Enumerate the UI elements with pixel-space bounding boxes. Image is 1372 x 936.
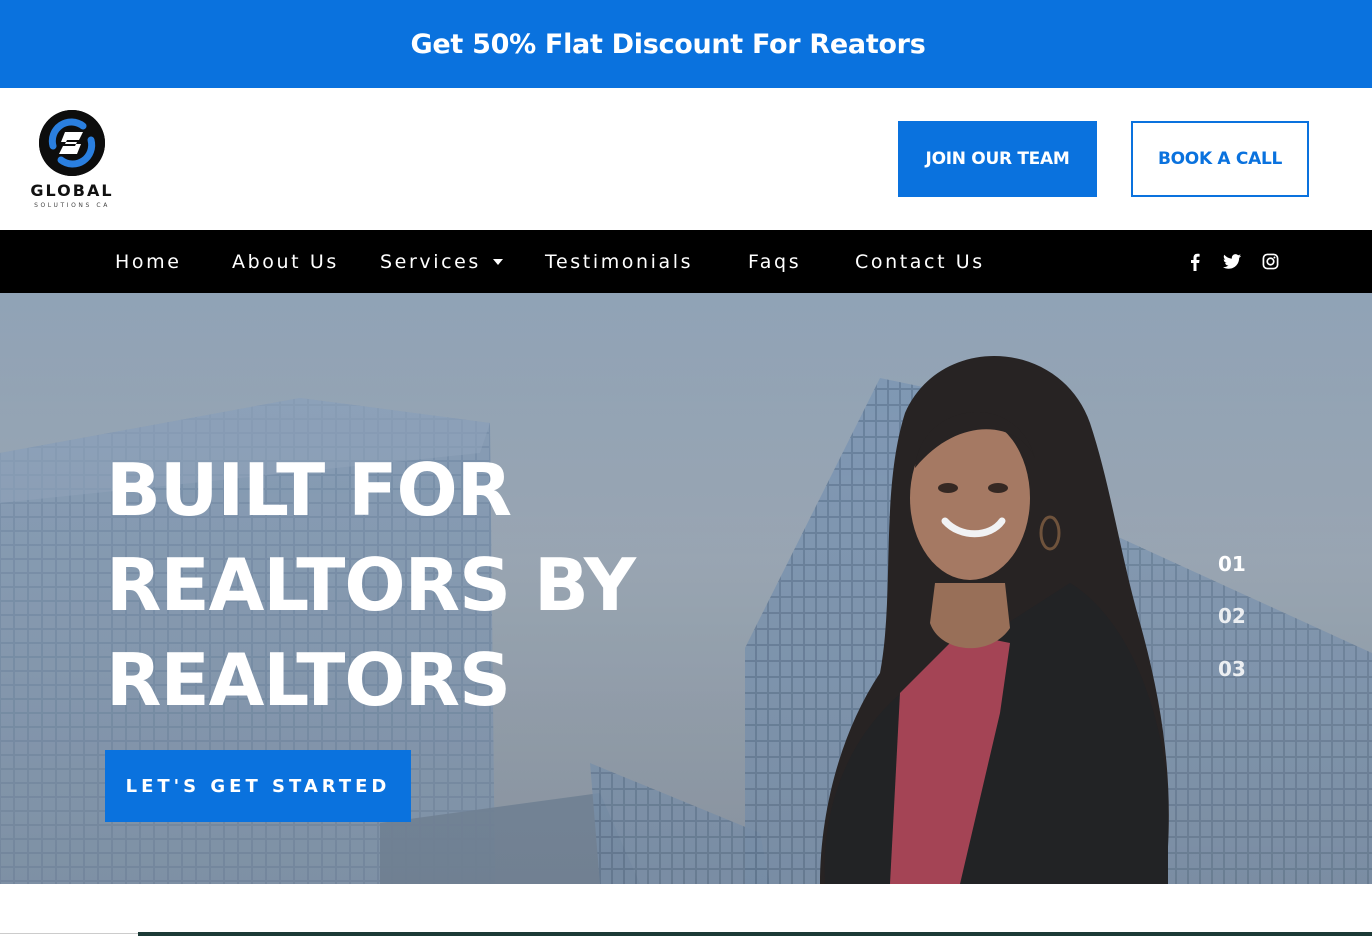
hero-heading: BUILT FOR REALTORS BY REALTORS: [106, 443, 746, 728]
instagram-icon[interactable]: [1258, 230, 1282, 293]
next-section: [0, 884, 1372, 936]
chevron-down-icon: [492, 258, 503, 265]
nav-item-label: Contact Us: [855, 250, 985, 273]
get-started-button[interactable]: LET'S GET STARTED: [105, 750, 411, 822]
divider: [0, 933, 138, 934]
nav-item-label: Faqs: [748, 250, 802, 273]
slide-indicator-2[interactable]: 02: [1218, 604, 1246, 628]
nav-item-label: About Us: [232, 250, 339, 273]
nav-item-label: Testimonials: [545, 250, 694, 273]
logo-mark-icon: [39, 110, 105, 176]
nav-item-home[interactable]: Home: [115, 230, 182, 293]
section-top-border: [138, 932, 1372, 936]
main-nav: Home About Us Services Testimonials Faqs…: [0, 230, 1372, 293]
nav-item-faqs[interactable]: Faqs: [748, 230, 801, 293]
logo-wordmark: GLOBAL: [30, 181, 114, 200]
join-our-team-button[interactable]: JOIN OUR TEAM: [898, 121, 1097, 197]
nav-item-label: Home: [115, 250, 182, 273]
nav-item-label: Services: [380, 250, 481, 273]
promo-banner: Get 50% Flat Discount For Reators: [0, 0, 1372, 88]
hero-heading-line: REALTORS: [106, 638, 511, 722]
hero-banner: BUILT FOR REALTORS BY REALTORS LET'S GET…: [0, 293, 1372, 884]
nav-item-contact-us[interactable]: Contact Us: [855, 230, 985, 293]
facebook-icon[interactable]: [1183, 230, 1207, 293]
logo-subtitle: SOLUTIONS CA: [34, 202, 110, 209]
nav-item-about-us[interactable]: About Us: [232, 230, 339, 293]
slide-indicator-1[interactable]: 01: [1218, 552, 1246, 576]
nav-item-testimonials[interactable]: Testimonials: [545, 230, 693, 293]
book-a-call-button[interactable]: BOOK A CALL: [1131, 121, 1309, 197]
site-header: GLOBAL SOLUTIONS CA JOIN OUR TEAM BOOK A…: [0, 88, 1372, 230]
hero-heading-line: REALTORS BY: [106, 543, 636, 627]
promo-text: Get 50% Flat Discount For Reators: [410, 28, 926, 60]
hero-heading-line: BUILT FOR: [106, 448, 512, 532]
slide-indicator-3[interactable]: 03: [1218, 657, 1246, 681]
nav-item-services[interactable]: Services: [380, 230, 503, 293]
twitter-icon[interactable]: [1220, 230, 1244, 293]
site-logo[interactable]: GLOBAL SOLUTIONS CA: [26, 110, 118, 210]
